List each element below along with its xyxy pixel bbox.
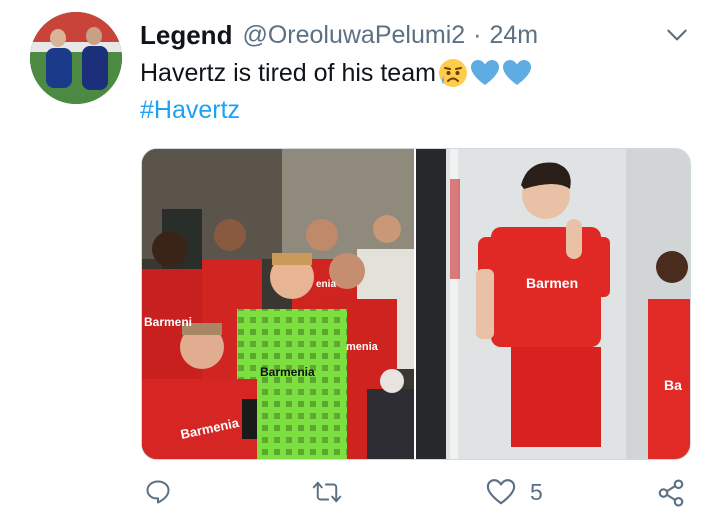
sponsor-text: Barmeni [144, 315, 193, 329]
reply-icon [146, 480, 170, 504]
hashtag-link[interactable]: #Havertz [140, 96, 240, 125]
tweet-text-row: Havertz is tired of his team [140, 58, 532, 88]
media-photo-right[interactable]: Barmen Ba [416, 149, 690, 459]
players-tunnel-photo [142, 149, 414, 459]
sponsor-text: Barmenia [260, 365, 315, 379]
heart-icon [486, 479, 516, 505]
avatar-image [30, 12, 122, 104]
like-button[interactable]: 5 [486, 478, 543, 506]
tweet-text: Havertz is tired of his team [140, 58, 436, 87]
chevron-down-icon[interactable] [664, 22, 690, 48]
share-button[interactable] [656, 478, 686, 508]
user-handle[interactable]: @OreoluwaPelumi2 [242, 21, 465, 50]
tweet-header: Legend @OreoluwaPelumi2 · 24m [140, 18, 690, 52]
sponsor-text: menia [346, 341, 378, 353]
sponsor-text: enia [316, 279, 337, 290]
like-count: 5 [530, 478, 543, 505]
tweet-action-bar: 5 [0, 474, 720, 514]
retweet-button[interactable] [312, 478, 342, 506]
sad-face-emoji-icon [438, 59, 467, 87]
sponsor-text: Ba [664, 377, 682, 393]
blue-heart-emoji-icon [502, 60, 531, 85]
retweet-icon [312, 481, 342, 503]
havertz-photo [416, 149, 690, 459]
avatar[interactable] [30, 12, 122, 104]
tweet-media[interactable]: Barmeni Barmenia Barmenia menia enia Bar… [141, 148, 691, 460]
tweet-time[interactable]: 24m [489, 21, 538, 50]
separator-dot: · [473, 20, 482, 49]
share-icon [658, 479, 684, 507]
sponsor-text: Barmen [526, 275, 579, 291]
media-photo-left[interactable]: Barmeni Barmenia Barmenia menia enia [142, 149, 414, 459]
blue-heart-emoji-icon [470, 60, 499, 85]
display-name[interactable]: Legend [140, 20, 232, 51]
reply-button[interactable] [144, 478, 172, 506]
